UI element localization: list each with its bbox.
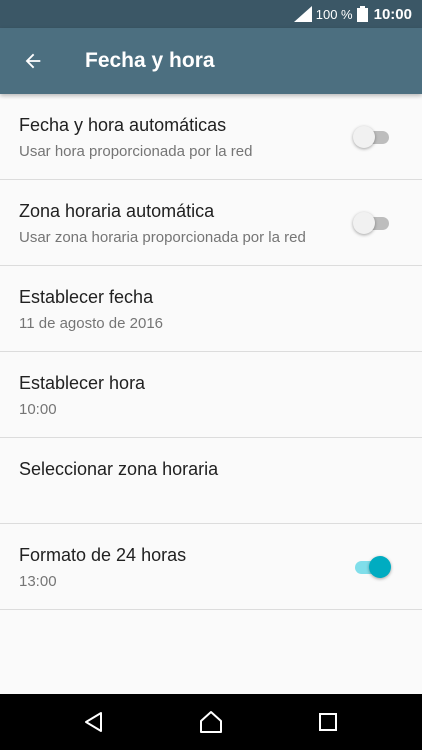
- status-time: 10:00: [373, 5, 412, 23]
- setting-title: Establecer fecha: [19, 287, 154, 307]
- signal-icon: [293, 6, 312, 22]
- status-bar: 100 % 10:00: [0, 0, 422, 28]
- nav-back-button[interactable]: [74, 702, 114, 742]
- setting-subtitle: Usar zona horaria proporcionada por la r…: [19, 229, 306, 246]
- setting-title: Fecha y hora automáticas: [19, 115, 227, 135]
- nav-recents-button[interactable]: [308, 702, 348, 742]
- setting-title: Seleccionar zona horaria: [19, 459, 219, 479]
- 24-hour-format-toggle[interactable]: [353, 556, 391, 578]
- auto-timezone-toggle[interactable]: [353, 212, 391, 234]
- arrow-back-icon: [25, 53, 41, 69]
- status-icons: 100 % 10:00: [293, 0, 412, 28]
- app-bar: Fecha y hora: [0, 28, 422, 94]
- battery-icon: [356, 6, 368, 22]
- setting-subtitle: Usar hora proporcionada por la red: [19, 143, 253, 160]
- setting-subtitle: 11 de agosto de 2016: [19, 315, 164, 332]
- toggle-thumb: [353, 126, 375, 148]
- settings-list: Fecha y hora automáticas Usar hora propo…: [0, 94, 422, 610]
- nav-home-button[interactable]: [191, 702, 231, 742]
- home-circle-icon: [200, 711, 222, 733]
- setting-select-timezone[interactable]: Seleccionar zona horaria: [0, 438, 422, 524]
- back-button[interactable]: [14, 42, 52, 80]
- navigation-bar: [0, 694, 422, 750]
- setting-title: Zona horaria automática: [19, 201, 215, 221]
- toggle-thumb: [369, 556, 391, 578]
- setting-set-time[interactable]: Establecer hora 10:00: [0, 352, 422, 438]
- setting-24-hour-format[interactable]: Formato de 24 horas 13:00: [0, 524, 422, 610]
- battery-percentage: 100 %: [315, 6, 353, 22]
- setting-set-date[interactable]: Establecer fecha 11 de agosto de 2016: [0, 266, 422, 352]
- setting-subtitle: 13:00: [19, 573, 57, 590]
- setting-title: Establecer hora: [19, 373, 146, 393]
- setting-subtitle: 10:00: [19, 401, 57, 418]
- page-title: Fecha y hora: [85, 49, 215, 72]
- auto-date-time-toggle[interactable]: [353, 126, 391, 148]
- setting-title: Formato de 24 horas: [19, 545, 187, 565]
- setting-auto-timezone[interactable]: Zona horaria automática Usar zona horari…: [0, 180, 422, 266]
- toggle-thumb: [353, 212, 375, 234]
- recents-square-icon: [319, 713, 337, 731]
- setting-auto-date-time[interactable]: Fecha y hora automáticas Usar hora propo…: [0, 94, 422, 180]
- back-triangle-icon: [85, 712, 102, 732]
